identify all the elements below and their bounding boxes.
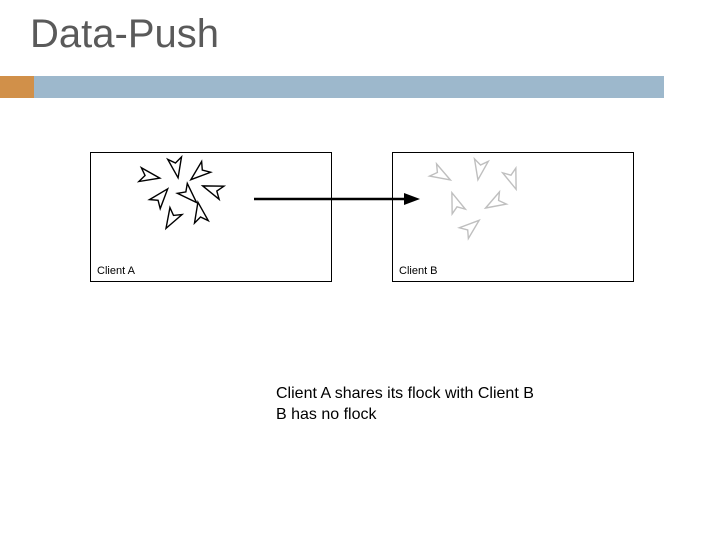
client-b-label: Client B [399, 265, 438, 277]
client-a-box: Client A [90, 152, 332, 282]
arrow-icon [254, 192, 420, 206]
client-b-box: Client B [392, 152, 634, 282]
caption-line-2: B has no flock [276, 405, 534, 426]
slide-title: Data-Push [30, 12, 219, 57]
client-a-label: Client A [97, 265, 135, 277]
accent-square [0, 76, 34, 98]
accent-band [34, 76, 664, 98]
slide: Data-Push Client A Client B Client A sha… [0, 0, 720, 540]
caption-line-1: Client A shares its flock with Client B [276, 384, 534, 405]
caption: Client A shares its flock with Client B … [276, 384, 534, 426]
